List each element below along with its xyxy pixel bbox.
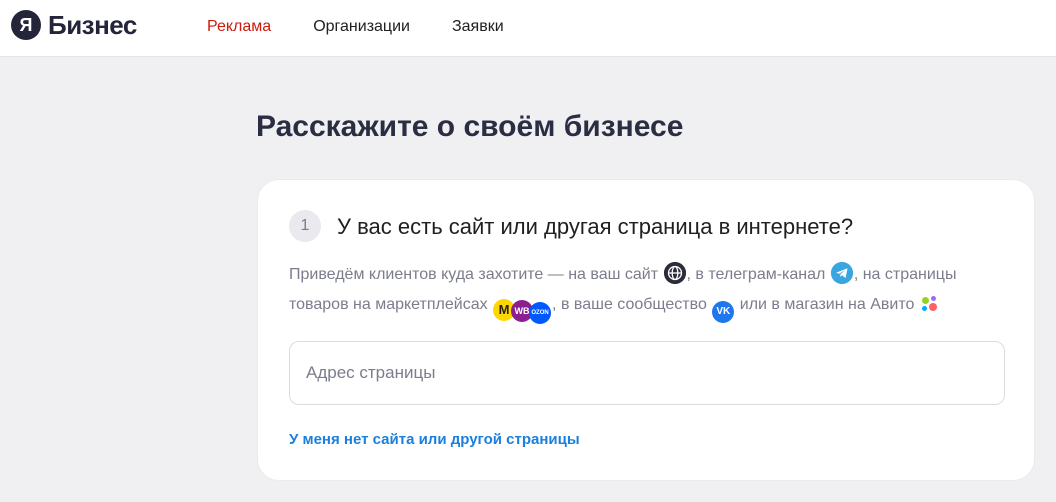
step-number-badge: 1 bbox=[289, 210, 321, 242]
nav-item-advertising[interactable]: Реклама bbox=[207, 17, 271, 37]
step-card: 1 У вас есть сайт или другая страница в … bbox=[257, 179, 1035, 481]
no-site-link[interactable]: У меня нет сайта или другой страницы bbox=[289, 430, 580, 450]
nav-item-organizations[interactable]: Организации bbox=[313, 17, 410, 37]
top-header: Я Бизнес Реклама Организации Заявки bbox=[0, 0, 1056, 57]
vk-icon: VK bbox=[712, 301, 735, 323]
step-description: Приведём клиентов куда захотите — на ваш… bbox=[289, 260, 1009, 324]
main-nav: Реклама Организации Заявки bbox=[207, 17, 546, 37]
desc-text-1: Приведём клиентов куда захотите — на ваш… bbox=[289, 266, 659, 283]
avito-icon bbox=[920, 294, 940, 314]
logo-text: Бизнес bbox=[48, 10, 137, 40]
globe-icon bbox=[663, 262, 686, 284]
yandex-logo-icon: Я bbox=[11, 10, 41, 40]
step-question: У вас есть сайт или другая страница в ин… bbox=[337, 214, 854, 239]
desc-text-2: , в телеграм-канал bbox=[686, 266, 826, 283]
nav-item-requests[interactable]: Заявки bbox=[452, 17, 504, 37]
yandex-business-logo[interactable]: Я Бизнес bbox=[11, 10, 137, 40]
desc-text-5: или в магазин на Авито bbox=[739, 296, 915, 313]
ozon-icon: OZON bbox=[529, 302, 552, 324]
telegram-icon bbox=[830, 262, 853, 284]
page-address-input[interactable] bbox=[289, 341, 1005, 405]
desc-text-4: , в ваше сообщество bbox=[552, 296, 707, 313]
page-title: Расскажите о своём бизнесе bbox=[256, 110, 684, 143]
